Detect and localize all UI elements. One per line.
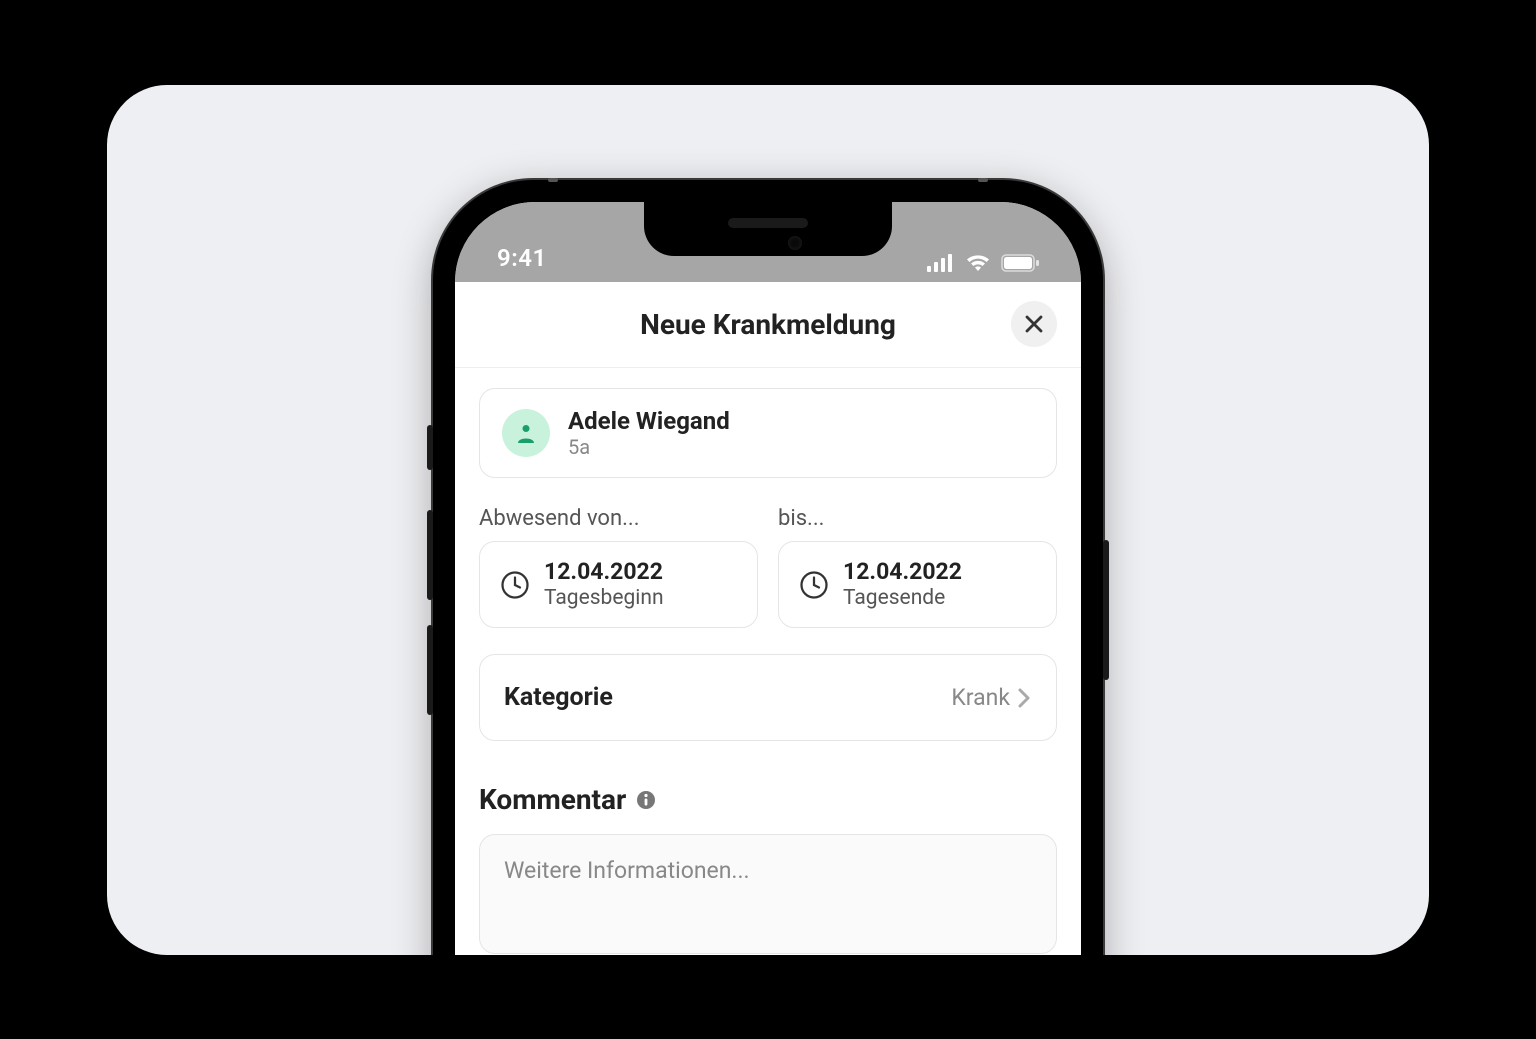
antenna-line [978, 178, 988, 182]
to-column: bis... 12.04.2022 Tagesende [778, 506, 1057, 628]
phone-power-button [1103, 540, 1109, 680]
close-icon [1024, 314, 1044, 334]
status-icons [927, 254, 1039, 272]
cellular-icon [927, 254, 955, 272]
phone-camera [788, 236, 802, 250]
wifi-icon [965, 254, 991, 272]
status-time: 9:41 [497, 244, 547, 272]
battery-icon [1001, 254, 1039, 272]
to-label: bis... [778, 506, 1057, 531]
date-range: Abwesend von... 12.04.2022 Tagesbeginn [479, 506, 1057, 628]
phone-volume-down [427, 625, 433, 715]
to-date-picker[interactable]: 12.04.2022 Tagesende [778, 541, 1057, 628]
phone-volume-up [427, 510, 433, 600]
phone-frame: 9:41 [433, 180, 1103, 955]
info-icon [636, 790, 656, 810]
category-value: Krank [951, 684, 1010, 711]
person-name: Adele Wiegand [568, 407, 730, 436]
phone-mute-switch [427, 425, 433, 470]
chevron-right-icon [1016, 686, 1032, 710]
to-date-sub: Tagesende [843, 586, 962, 611]
person-info: Adele Wiegand 5a [568, 407, 730, 460]
phone-speaker [728, 218, 808, 228]
category-label: Kategorie [504, 683, 613, 712]
antenna-line [548, 178, 558, 182]
person-class: 5a [568, 435, 730, 459]
from-date-picker[interactable]: 12.04.2022 Tagesbeginn [479, 541, 758, 628]
from-date-sub: Tagesbeginn [544, 586, 664, 611]
form-content: Adele Wiegand 5a Abwesend von... [455, 368, 1081, 955]
clock-icon [500, 570, 530, 600]
from-date-value: 12.04.2022 [544, 558, 664, 586]
page-title: Neue Krankmeldung [640, 308, 896, 341]
phone-screen: 9:41 [455, 202, 1081, 955]
person-selector[interactable]: Adele Wiegand 5a [479, 388, 1057, 479]
phone-notch [644, 202, 892, 256]
from-column: Abwesend von... 12.04.2022 Tagesbeginn [479, 506, 758, 628]
person-icon [514, 421, 538, 445]
app-canvas: 9:41 [107, 85, 1429, 955]
comment-title-text: Kommentar [479, 783, 626, 816]
avatar [502, 409, 550, 457]
comment-input[interactable] [479, 834, 1057, 954]
comment-section-title: Kommentar [479, 783, 1057, 816]
from-label: Abwesend von... [479, 506, 758, 531]
to-date-value: 12.04.2022 [843, 558, 962, 586]
category-value-wrap: Krank [951, 684, 1032, 711]
close-button[interactable] [1011, 301, 1057, 347]
clock-icon [799, 570, 829, 600]
category-selector[interactable]: Kategorie Krank [479, 654, 1057, 741]
modal-header: Neue Krankmeldung [455, 282, 1081, 368]
